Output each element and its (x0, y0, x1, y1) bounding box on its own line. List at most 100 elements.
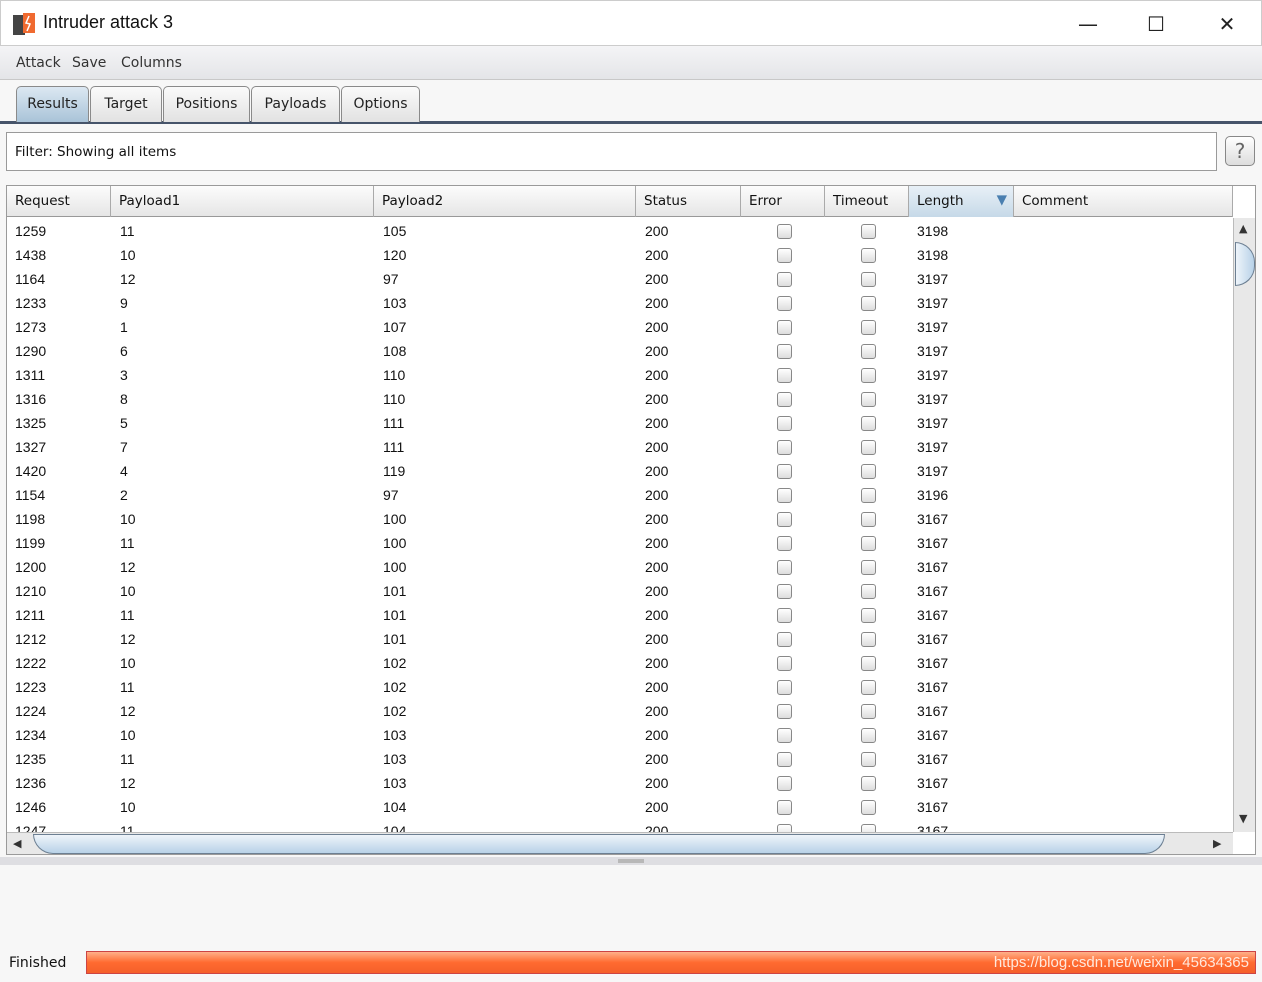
error-checkbox[interactable] (777, 704, 792, 719)
scroll-right-icon[interactable]: ▶ (1213, 837, 1221, 850)
vertical-scroll-thumb[interactable] (1235, 242, 1255, 286)
timeout-checkbox[interactable] (861, 728, 876, 743)
column-header-length[interactable]: Length ▼ (909, 186, 1014, 217)
timeout-checkbox[interactable] (861, 488, 876, 503)
table-row[interactable]: 1246 10 104 200 3167 (7, 795, 1233, 819)
help-button[interactable]: ? (1225, 136, 1255, 166)
error-checkbox[interactable] (777, 560, 792, 575)
timeout-checkbox[interactable] (861, 440, 876, 455)
error-checkbox[interactable] (777, 320, 792, 335)
column-header-status[interactable]: Status (636, 186, 741, 217)
error-checkbox[interactable] (777, 776, 792, 791)
menu-columns[interactable]: Columns (121, 55, 182, 71)
table-row[interactable]: 1211 11 101 200 3167 (7, 603, 1233, 627)
tab-target[interactable]: Target (90, 86, 162, 122)
timeout-checkbox[interactable] (861, 560, 876, 575)
error-checkbox[interactable] (777, 416, 792, 431)
timeout-checkbox[interactable] (861, 824, 876, 832)
tab-payloads[interactable]: Payloads (251, 86, 340, 122)
error-checkbox[interactable] (777, 512, 792, 527)
table-row[interactable]: 1234 10 103 200 3167 (7, 723, 1233, 747)
error-checkbox[interactable] (777, 584, 792, 599)
error-checkbox[interactable] (777, 488, 792, 503)
scroll-down-icon[interactable]: ▼ (1239, 812, 1247, 825)
table-row[interactable]: 1198 10 100 200 3167 (7, 507, 1233, 531)
table-row[interactable]: 1199 11 100 200 3167 (7, 531, 1233, 555)
timeout-checkbox[interactable] (861, 416, 876, 431)
timeout-checkbox[interactable] (861, 800, 876, 815)
maximize-button[interactable]: ☐ (1133, 9, 1179, 39)
scroll-up-icon[interactable]: ▲ (1239, 222, 1247, 235)
table-row[interactable]: 1273 1 107 200 3197 (7, 315, 1233, 339)
column-header-error[interactable]: Error (741, 186, 825, 217)
tab-options[interactable]: Options (341, 86, 420, 122)
timeout-checkbox[interactable] (861, 344, 876, 359)
timeout-checkbox[interactable] (861, 752, 876, 767)
timeout-checkbox[interactable] (861, 704, 876, 719)
table-row[interactable]: 1235 11 103 200 3167 (7, 747, 1233, 771)
divider-grip-icon[interactable] (618, 859, 644, 863)
table-row[interactable]: 1233 9 103 200 3197 (7, 291, 1233, 315)
error-checkbox[interactable] (777, 392, 792, 407)
table-row[interactable]: 1438 10 120 200 3198 (7, 243, 1233, 267)
column-header-timeout[interactable]: Timeout (825, 186, 909, 217)
error-checkbox[interactable] (777, 464, 792, 479)
timeout-checkbox[interactable] (861, 608, 876, 623)
table-row[interactable]: 1210 10 101 200 3167 (7, 579, 1233, 603)
timeout-checkbox[interactable] (861, 512, 876, 527)
timeout-checkbox[interactable] (861, 776, 876, 791)
table-row[interactable]: 1200 12 100 200 3167 (7, 555, 1233, 579)
error-checkbox[interactable] (777, 800, 792, 815)
error-checkbox[interactable] (777, 224, 792, 239)
table-row[interactable]: 1327 7 111 200 3197 (7, 435, 1233, 459)
timeout-checkbox[interactable] (861, 296, 876, 311)
table-row[interactable]: 1311 3 110 200 3197 (7, 363, 1233, 387)
error-checkbox[interactable] (777, 632, 792, 647)
tab-positions[interactable]: Positions (163, 86, 250, 122)
table-row[interactable]: 1224 12 102 200 3167 (7, 699, 1233, 723)
table-row[interactable]: 1154 2 97 200 3196 (7, 483, 1233, 507)
column-header-payload2[interactable]: Payload2 (374, 186, 636, 217)
error-checkbox[interactable] (777, 368, 792, 383)
table-row[interactable]: 1236 12 103 200 3167 (7, 771, 1233, 795)
timeout-checkbox[interactable] (861, 320, 876, 335)
error-checkbox[interactable] (777, 344, 792, 359)
error-checkbox[interactable] (777, 824, 792, 832)
table-row[interactable]: 1212 12 101 200 3167 (7, 627, 1233, 651)
table-row[interactable]: 1316 8 110 200 3197 (7, 387, 1233, 411)
error-checkbox[interactable] (777, 440, 792, 455)
error-checkbox[interactable] (777, 680, 792, 695)
table-row[interactable]: 1420 4 119 200 3197 (7, 459, 1233, 483)
timeout-checkbox[interactable] (861, 680, 876, 695)
filter-bar[interactable]: Filter: Showing all items (6, 132, 1217, 171)
menu-save[interactable]: Save (72, 55, 106, 71)
table-row[interactable]: 1223 11 102 200 3167 (7, 675, 1233, 699)
horizontal-scroll-thumb[interactable] (33, 834, 1165, 854)
timeout-checkbox[interactable] (861, 464, 876, 479)
timeout-checkbox[interactable] (861, 248, 876, 263)
table-row[interactable]: 1325 5 111 200 3197 (7, 411, 1233, 435)
timeout-checkbox[interactable] (861, 392, 876, 407)
close-button[interactable]: ✕ (1204, 9, 1250, 39)
column-header-request[interactable]: Request (7, 186, 111, 217)
error-checkbox[interactable] (777, 656, 792, 671)
timeout-checkbox[interactable] (861, 368, 876, 383)
table-row[interactable]: 1290 6 108 200 3197 (7, 339, 1233, 363)
timeout-checkbox[interactable] (861, 536, 876, 551)
minimize-button[interactable]: — (1065, 9, 1111, 39)
timeout-checkbox[interactable] (861, 584, 876, 599)
timeout-checkbox[interactable] (861, 656, 876, 671)
horizontal-scrollbar[interactable]: ◀ ▶ (7, 832, 1233, 854)
timeout-checkbox[interactable] (861, 632, 876, 647)
table-row[interactable]: 1222 10 102 200 3167 (7, 651, 1233, 675)
table-row[interactable]: 1247 11 104 200 3167 (7, 819, 1233, 832)
menu-attack[interactable]: Attack (16, 55, 61, 71)
error-checkbox[interactable] (777, 608, 792, 623)
tab-results[interactable]: Results (16, 86, 89, 122)
column-header-payload1[interactable]: Payload1 (111, 186, 374, 217)
error-checkbox[interactable] (777, 536, 792, 551)
error-checkbox[interactable] (777, 752, 792, 767)
error-checkbox[interactable] (777, 248, 792, 263)
timeout-checkbox[interactable] (861, 224, 876, 239)
timeout-checkbox[interactable] (861, 272, 876, 287)
